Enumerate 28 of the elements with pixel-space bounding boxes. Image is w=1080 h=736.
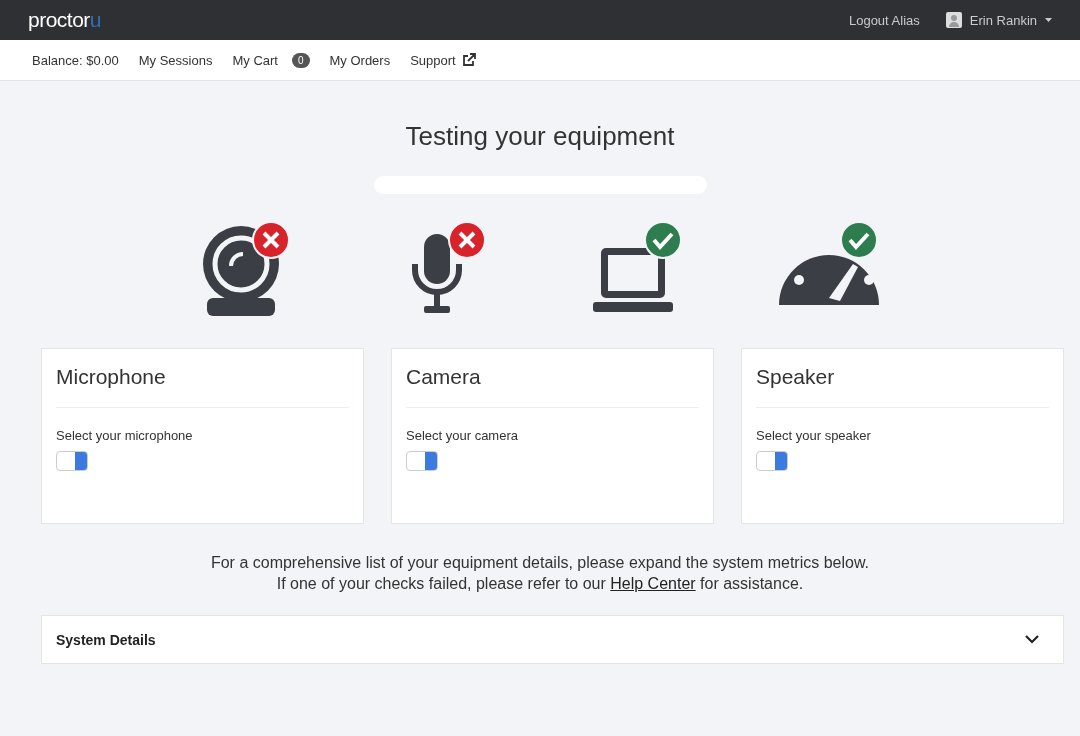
- nav-link[interactable]: Support: [410, 52, 456, 68]
- nav-link[interactable]: My Cart: [232, 52, 278, 68]
- avatar-icon: [945, 12, 962, 28]
- nav-link[interactable]: My Sessions: [138, 52, 213, 68]
- info-text: For a comprehensive list of your equipment details, please expand the system metrics below. If one of your checks failed, please refer to our Help Center for assistance.: [209, 553, 871, 594]
- page-title: Testing your equipment: [404, 121, 676, 152]
- help-center-link[interactable]: Help Center: [610, 575, 696, 592]
- cart-count-badge: 0: [291, 52, 310, 68]
- external-link-icon: [461, 53, 476, 67]
- microphone-icon: [412, 234, 462, 313]
- select-label: Select your microphone: [56, 428, 194, 443]
- select-label: Select your speaker: [756, 428, 872, 443]
- caret-icon: [1045, 18, 1052, 22]
- card-title: Speaker: [756, 365, 1049, 408]
- device-select[interactable]: [756, 451, 788, 471]
- logo[interactable]: proctoru: [28, 8, 102, 32]
- nav-link[interactable]: My Orders: [329, 52, 391, 68]
- card-title: Camera: [406, 365, 699, 408]
- device-select[interactable]: [406, 451, 438, 471]
- device-select[interactable]: [56, 451, 88, 471]
- balance-text: Balance: $0.00: [32, 52, 119, 68]
- logout-link[interactable]: Logout Alias: [848, 12, 920, 28]
- laptop-icon: [593, 248, 673, 312]
- select-label: Select your camera: [406, 428, 519, 443]
- system-details-toggle[interactable]: System Details: [41, 615, 1064, 664]
- user-menu[interactable]: Erin Rankin: [969, 12, 1037, 28]
- chevron-icon: [1025, 635, 1039, 644]
- card-title: Microphone: [56, 365, 349, 408]
